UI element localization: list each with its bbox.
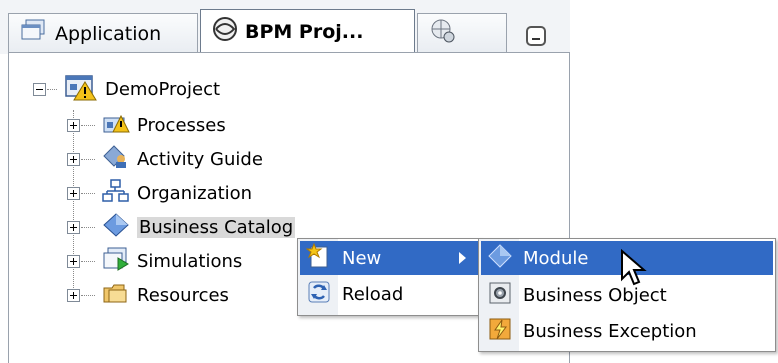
menu-item-label: Module <box>523 247 589 269</box>
tree-node-simulations[interactable]: Simulations <box>67 246 242 276</box>
expand-icon[interactable] <box>67 186 80 200</box>
application-icon <box>19 18 49 49</box>
expand-icon[interactable] <box>67 152 80 166</box>
tab-globe[interactable] <box>417 13 507 53</box>
minimize-button[interactable] <box>526 26 546 46</box>
tab-bpm-project[interactable]: BPM Proj... <box>200 9 415 54</box>
simulations-icon <box>102 246 130 277</box>
tree-node-processes[interactable]: Processes <box>67 110 226 140</box>
tree-node-label: Simulations <box>137 250 243 272</box>
tree-node-business-catalog[interactable]: Business Catalog <box>67 212 296 243</box>
processes-icon <box>102 110 130 141</box>
expand-icon[interactable] <box>67 254 80 268</box>
organization-icon <box>102 178 130 209</box>
business-exception-icon <box>487 316 513 347</box>
tab-bar: Application BPM Proj... <box>0 0 570 54</box>
tree-node-organization[interactable]: Organization <box>67 178 252 208</box>
submenu-item-business-exception[interactable]: Business Exception <box>481 314 773 348</box>
tree-node-label: Activity Guide <box>137 148 263 170</box>
mouse-cursor-icon <box>621 249 647 286</box>
tree-node-label: Resources <box>137 284 229 306</box>
globe-gear-icon <box>428 17 458 50</box>
menu-item-reload[interactable]: Reload <box>300 277 478 311</box>
tab-bpm-project-label: BPM Proj... <box>245 20 364 43</box>
expand-icon[interactable] <box>67 220 80 234</box>
submenu-arrow-icon <box>459 252 466 264</box>
tree-node-resources[interactable]: Resources <box>67 280 229 310</box>
module-icon <box>487 243 513 274</box>
tree-node-label: Organization <box>137 182 253 204</box>
tree-node-activity-guide[interactable]: Activity Guide <box>67 144 263 174</box>
new-icon <box>305 242 332 274</box>
tab-application[interactable]: Application <box>8 13 198 53</box>
project-warning-icon <box>64 73 98 106</box>
reload-icon <box>306 279 332 310</box>
menu-item-label: Business Exception <box>523 320 697 342</box>
business-catalog-icon <box>102 212 130 243</box>
menu-item-new[interactable]: New <box>300 241 478 275</box>
collapse-icon[interactable] <box>33 82 46 96</box>
menu-item-label: Reload <box>342 283 404 305</box>
tree-node-root[interactable]: DemoProject <box>33 74 220 104</box>
resources-icon <box>102 280 130 311</box>
bpm-project-icon <box>211 15 239 48</box>
tree-node-label: Business Catalog <box>137 216 296 238</box>
tree-node-label: DemoProject <box>105 78 221 100</box>
context-menu: New Reload <box>297 238 481 316</box>
business-object-icon <box>487 280 513 311</box>
activity-guide-icon <box>102 144 130 175</box>
menu-item-label: New <box>342 247 382 269</box>
expand-icon[interactable] <box>67 288 80 302</box>
tab-application-label: Application <box>55 22 162 45</box>
expand-icon[interactable] <box>67 118 80 132</box>
tree-node-label: Processes <box>137 114 226 136</box>
